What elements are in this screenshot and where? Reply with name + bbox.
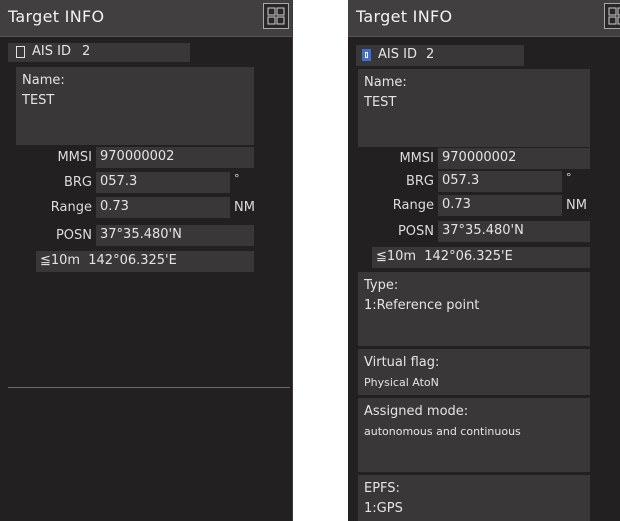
- type-field: Type: 1:Reference point: [358, 272, 590, 346]
- menu-button[interactable]: [263, 3, 289, 29]
- range-value: 0.73: [96, 197, 230, 218]
- name-field: Name: TEST: [16, 67, 254, 145]
- latitude-value: 37°35.480'N: [96, 225, 254, 246]
- ais-id-label: AIS ID: [378, 47, 417, 62]
- epfs-field: EPFS: 1:GPS: [358, 475, 590, 521]
- mmsi-value: 970000002: [96, 147, 254, 168]
- ais-id-value: 2: [426, 47, 435, 62]
- brg-label: BRG: [63, 175, 92, 190]
- name-value: TEST: [364, 95, 397, 110]
- brg-value: 057.3: [438, 171, 562, 192]
- divider: [8, 387, 290, 388]
- epfs-value: 1:GPS: [364, 501, 403, 516]
- virtual-flag-label: Virtual flag:: [364, 355, 440, 370]
- longitude-row: ≦10m 142°06.325'E: [372, 247, 590, 268]
- mmsi-value: 970000002: [438, 148, 590, 169]
- epfs-label: EPFS:: [364, 481, 400, 496]
- mmsi-label: MMSI: [399, 151, 434, 166]
- name-label: Name:: [364, 75, 407, 90]
- assigned-mode-value: autonomous and continuous: [364, 425, 521, 438]
- name-value: TEST: [22, 93, 55, 108]
- name-field: Name: TEST: [358, 69, 590, 147]
- posn-label: POSN: [397, 224, 434, 239]
- accuracy-label: ≦10m: [40, 253, 81, 268]
- virtual-flag-value: Physical AtoN: [364, 376, 439, 389]
- panel-title: Target INFO: [8, 7, 105, 26]
- grid-menu-icon: [608, 7, 620, 25]
- title-bar: Target INFO: [0, 0, 292, 37]
- latitude-value: 37°35.480'N: [438, 221, 590, 242]
- ais-checkbox[interactable]: [16, 46, 25, 58]
- brg-value: 057.3: [96, 172, 230, 193]
- assigned-mode-label: Assigned mode:: [364, 404, 469, 419]
- panel-title: Target INFO: [356, 7, 453, 26]
- brg-label: BRG: [405, 174, 434, 189]
- ais-id-row: AIS ID 2: [356, 45, 524, 66]
- type-label: Type:: [364, 278, 399, 293]
- range-unit: NM: [566, 198, 587, 213]
- range-unit: NM: [234, 200, 255, 215]
- longitude-value: 142°06.325'E: [424, 249, 513, 264]
- range-value: 0.73: [438, 195, 562, 216]
- name-label: Name:: [22, 73, 65, 88]
- grid-menu-icon: [267, 7, 285, 25]
- brg-unit: °: [234, 172, 240, 185]
- target-info-panel-left: Target INFO AIS ID 2 Name: TEST MMSI 970…: [0, 0, 293, 521]
- ais-checkbox[interactable]: [362, 49, 371, 61]
- range-label: Range: [392, 198, 434, 213]
- longitude-value: 142°06.325'E: [88, 253, 177, 268]
- ais-id-row: AIS ID 2: [8, 43, 190, 62]
- ais-id-label: AIS ID: [32, 44, 71, 59]
- mmsi-label: MMSI: [57, 150, 92, 165]
- longitude-row: ≦10m 142°06.325'E: [36, 251, 254, 272]
- title-bar: Target INFO: [348, 0, 620, 37]
- virtual-flag-field: Virtual flag: Physical AtoN: [358, 349, 590, 395]
- type-value: 1:Reference point: [364, 298, 480, 313]
- assigned-mode-field: Assigned mode: autonomous and continuous: [358, 398, 590, 472]
- brg-unit: °: [566, 171, 572, 184]
- accuracy-label: ≦10m: [376, 249, 417, 264]
- ais-id-value: 2: [82, 44, 91, 59]
- menu-button[interactable]: [604, 3, 620, 29]
- posn-label: POSN: [55, 228, 92, 243]
- target-info-panel-right: Target INFO AIS ID 2 Name: TEST MMSI 970…: [348, 0, 620, 521]
- range-label: Range: [50, 200, 92, 215]
